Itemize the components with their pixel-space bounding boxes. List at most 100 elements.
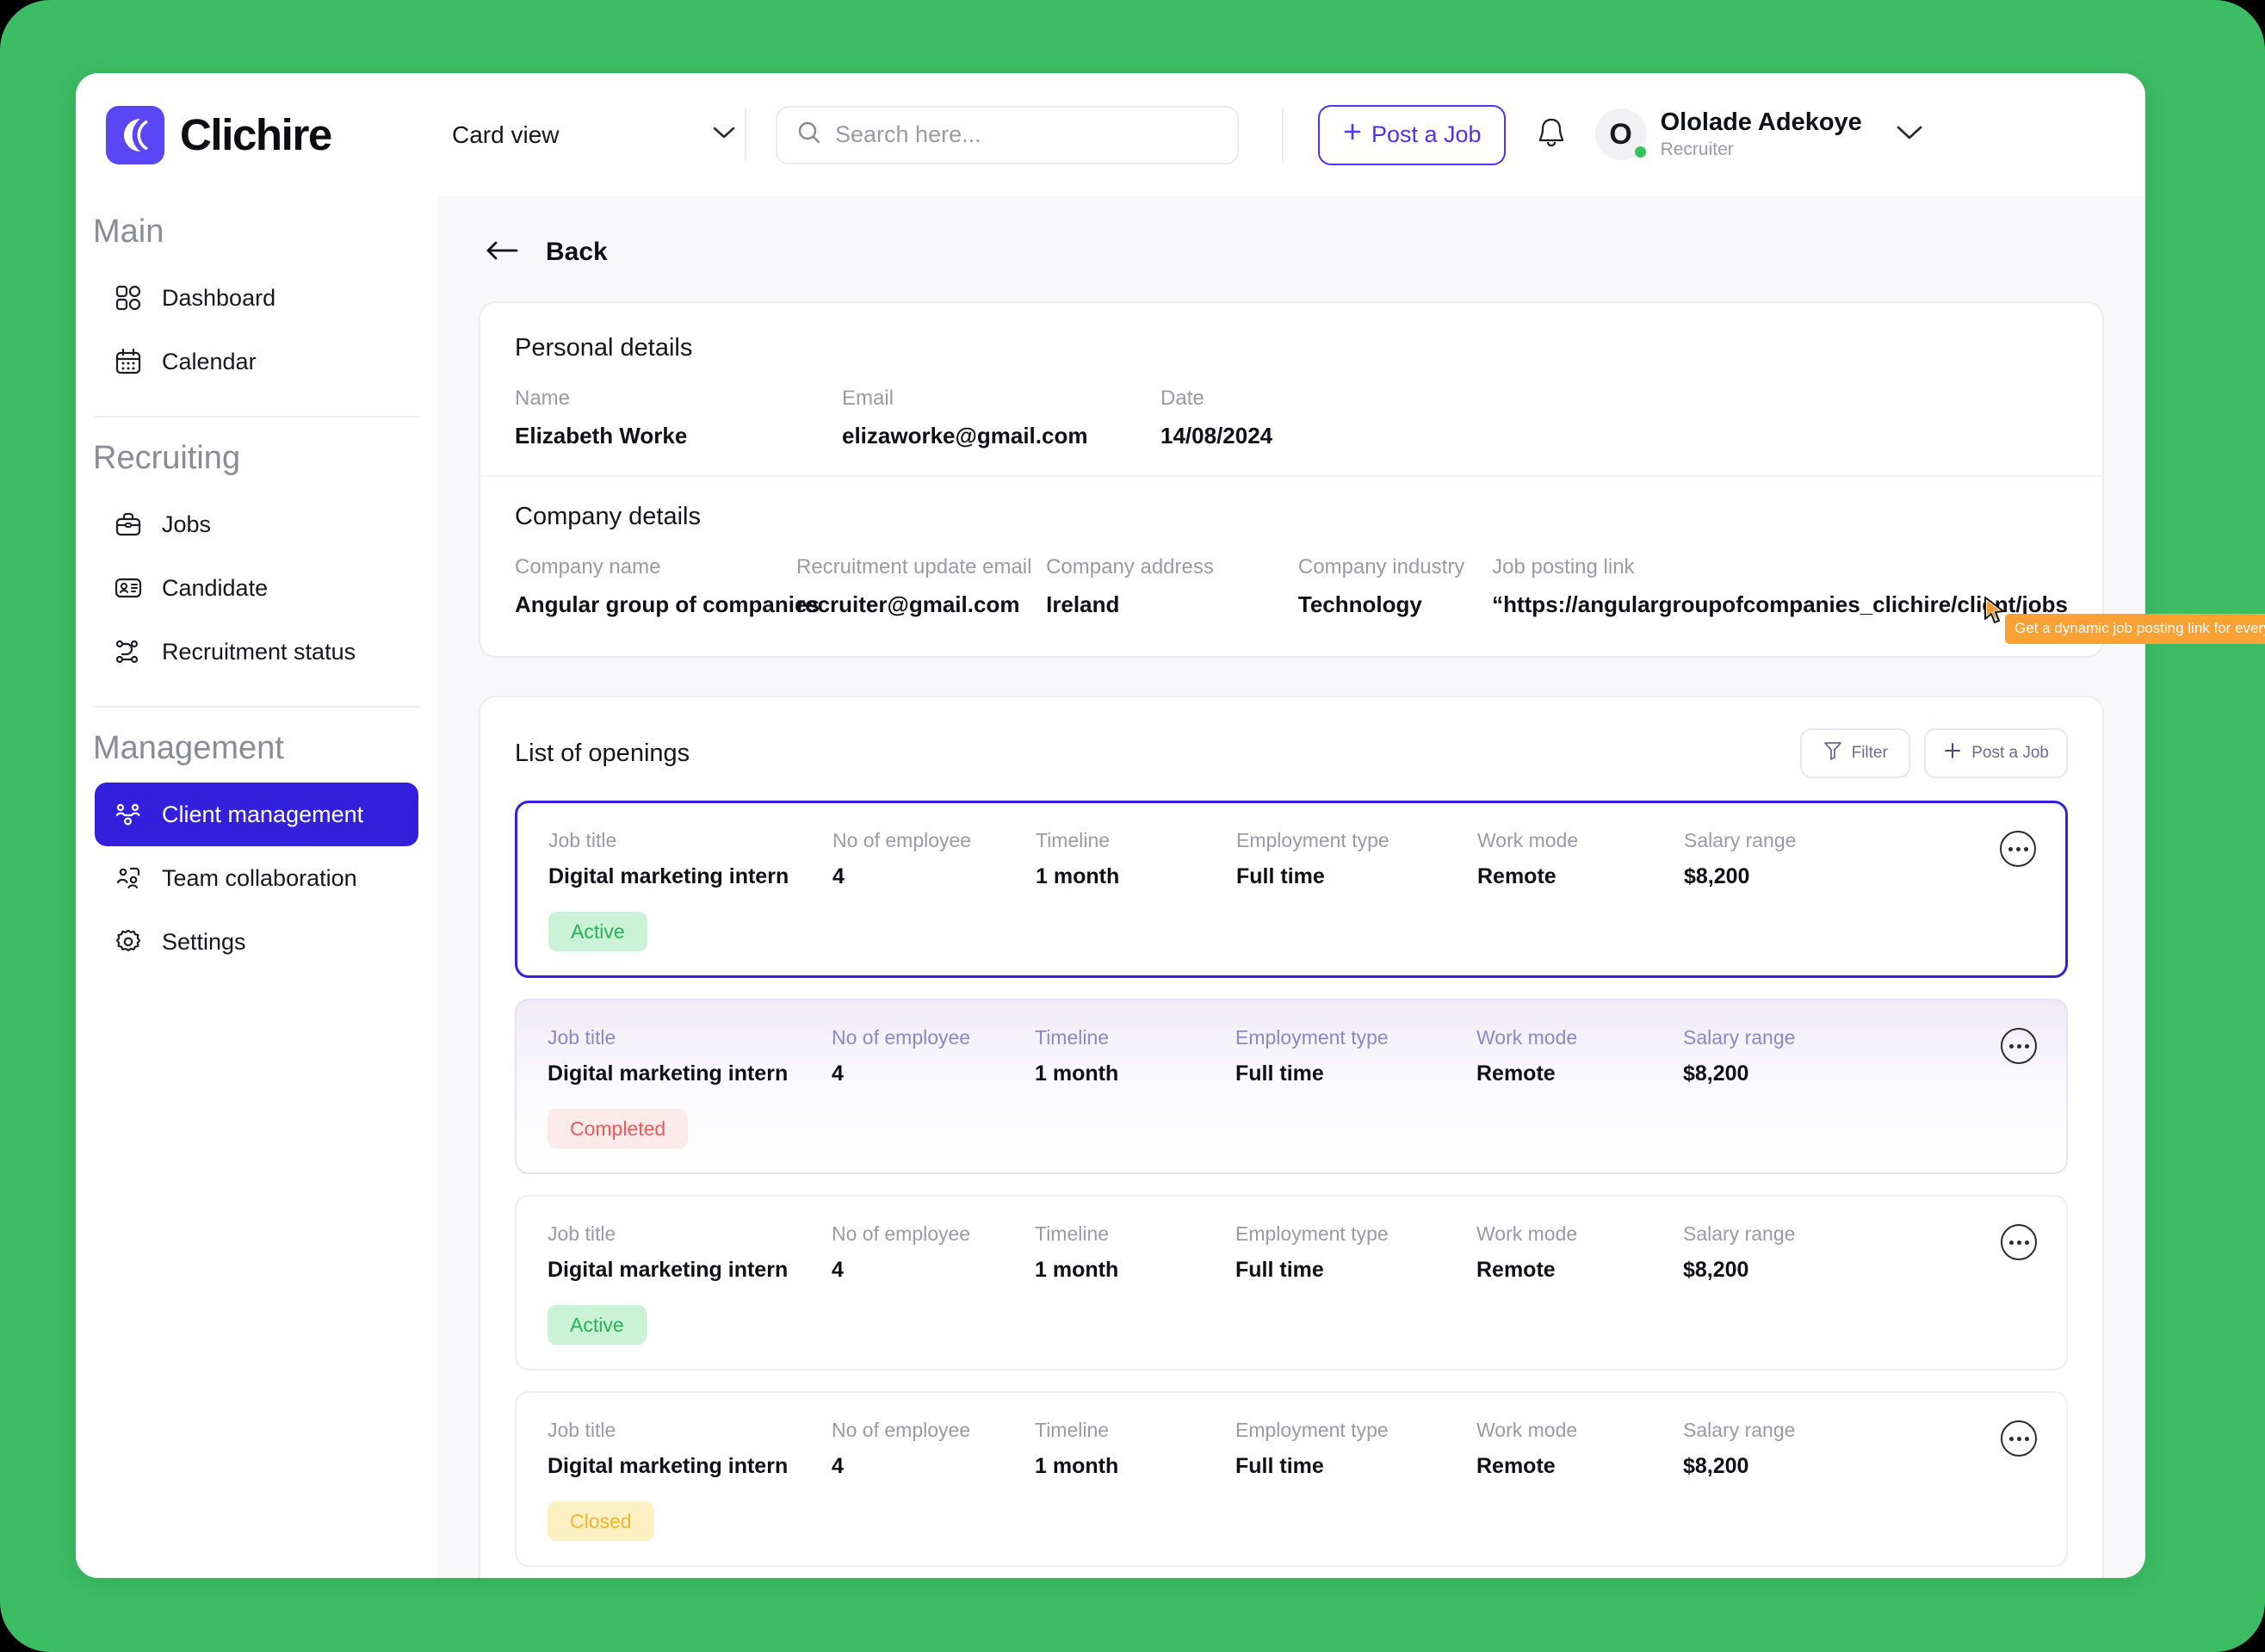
table-row[interactable]: Job title Digital marketing intern No of…	[515, 1195, 2068, 1370]
filter-button[interactable]: Filter	[1800, 728, 1911, 778]
brand-logo[interactable]: Clichire	[76, 105, 429, 164]
sidebar-item-label: Client management	[162, 801, 364, 827]
field-value: “https://angulargroupofcompanies_clichir…	[1492, 591, 2068, 617]
field-name: Name Elizabeth Worke	[515, 387, 842, 449]
personal-details-section: Personal details Name Elizabeth Worke Em…	[480, 303, 2102, 475]
sidebar-item-recruitment-status[interactable]: Recruitment status	[95, 620, 418, 684]
plus-icon	[1342, 121, 1363, 148]
post-a-job-button[interactable]: Post a Job	[1318, 104, 1506, 165]
field-company-industry: Company industry Technology	[1298, 555, 1492, 618]
cell-value: Remote	[1476, 1061, 1556, 1086]
field-company-name: Company name Angular group of companies	[515, 555, 820, 618]
user-menu[interactable]: O Ololade Adekoye Recruiter	[1594, 108, 1950, 161]
sidebar-item-settings[interactable]: Settings	[95, 910, 418, 974]
calendar-icon	[114, 347, 143, 376]
field-value: Ireland	[1046, 591, 1120, 617]
chevron-down-icon[interactable]	[1895, 124, 1924, 145]
field-job-posting-link[interactable]: Job posting link “https://angulargroupof…	[1492, 555, 2068, 618]
view-selector[interactable]: Card view	[452, 121, 736, 149]
filter-label: Filter	[1851, 744, 1888, 762]
column-header: No of employee	[832, 1222, 971, 1245]
sidebar-item-label: Recruitment status	[162, 638, 356, 665]
field-email: Email elizaworke@gmail.com	[842, 387, 1160, 449]
details-card: Personal details Name Elizabeth Worke Em…	[479, 301, 2104, 658]
cell-job-title: Job title Digital marketing intern	[548, 1222, 832, 1283]
field-value: Angular group of companies	[515, 591, 820, 617]
kebab-menu-icon[interactable]	[2000, 831, 2036, 867]
mouse-cursor-icon	[1983, 596, 2008, 631]
job-row-columns: Job title Digital marketing intern No of…	[548, 829, 2034, 889]
post-a-job-label: Post a Job	[1371, 121, 1482, 147]
search-input[interactable]	[835, 121, 1218, 148]
cell-no-of-employee: No of employee 4	[832, 1419, 1035, 1479]
cell-value: 4	[832, 1454, 844, 1478]
cell-employment-type: Employment type Full time	[1235, 1222, 1476, 1283]
openings-post-a-job-label: Post a Job	[1971, 744, 2049, 762]
column-header: Salary range	[1683, 1419, 1796, 1441]
openings-title: List of openings	[515, 739, 690, 767]
sidebar-item-jobs[interactable]: Jobs	[95, 492, 418, 556]
field-value: Elizabeth Worke	[515, 423, 688, 449]
search-box[interactable]	[776, 105, 1239, 164]
kebab-menu-icon[interactable]	[2001, 1028, 2037, 1064]
back-button[interactable]: Back	[437, 196, 2145, 301]
cell-work-mode: Work mode Remote	[1477, 829, 1684, 889]
personal-details-title: Personal details	[515, 334, 693, 362]
online-status-dot	[1632, 145, 1648, 160]
sidebar-divider	[95, 416, 420, 418]
status-badge: Active	[548, 1305, 647, 1345]
sidebar-item-candidate[interactable]: Candidate	[95, 556, 418, 620]
brand-name: Clichire	[180, 110, 332, 159]
openings-header: List of openings Filter Post a Job	[515, 728, 2068, 778]
table-row[interactable]: Job title Digital marketing intern No of…	[515, 1391, 2068, 1567]
cell-no-of-employee: No of employee 4	[832, 829, 1036, 889]
app-window: Clichire Card view Post	[76, 73, 2145, 1578]
sidebar-item-calendar[interactable]: Calendar	[95, 330, 418, 393]
field-label: Company name	[515, 555, 661, 579]
kebab-menu-icon[interactable]	[2001, 1224, 2037, 1260]
cell-value: 1 month	[1036, 864, 1120, 888]
divider	[1282, 108, 1284, 162]
cell-value: 4	[832, 1061, 844, 1086]
sidebar-item-dashboard[interactable]: Dashboard	[95, 266, 418, 330]
job-row-columns: Job title Digital marketing intern No of…	[548, 1222, 2035, 1283]
field-label: Company industry	[1297, 555, 1465, 579]
cell-value: Full time	[1235, 1454, 1324, 1478]
divider	[745, 108, 746, 162]
sidebar-group-title-recruiting: Recruiting	[93, 440, 241, 476]
search-icon	[796, 120, 822, 150]
table-row[interactable]: Job title Digital marketing intern No of…	[515, 999, 2068, 1174]
openings-actions: Filter Post a Job	[1800, 728, 2068, 778]
cell-no-of-employee: No of employee 4	[832, 1026, 1035, 1086]
cell-value: Digital marketing intern	[548, 1258, 789, 1282]
sidebar-item-client-management[interactable]: Client management	[95, 783, 418, 846]
column-header: Timeline	[1035, 1419, 1110, 1441]
cell-salary-range: Salary range $8,200	[1683, 1026, 1795, 1086]
status-badge: Completed	[548, 1109, 689, 1148]
field-value: 14/08/2024	[1160, 423, 1273, 449]
cell-value: Remote	[1476, 1258, 1556, 1282]
cell-value: Digital marketing intern	[548, 1061, 789, 1086]
cell-value: 1 month	[1035, 1454, 1119, 1478]
column-header: No of employee	[832, 1026, 971, 1049]
field-label: Company address	[1046, 555, 1214, 579]
column-header: Employment type	[1235, 1419, 1389, 1441]
column-header: Timeline	[1036, 829, 1111, 851]
sidebar-item-label: Jobs	[162, 510, 212, 537]
sidebar-item-team-collaboration[interactable]: Team collaboration	[95, 846, 418, 910]
bell-icon[interactable]	[1535, 115, 1568, 154]
workflow-nodes-icon	[114, 637, 143, 666]
kebab-menu-icon[interactable]	[2001, 1420, 2037, 1457]
cell-salary-range: Salary range $8,200	[1683, 1419, 1795, 1479]
openings-post-a-job-button[interactable]: Post a Job	[1924, 728, 2068, 778]
briefcase-icon	[114, 510, 143, 539]
field-label: Name	[515, 387, 571, 410]
filter-icon	[1823, 740, 1842, 766]
field-recruitment-update-email: Recruitment update email recruiter@gmail…	[796, 555, 1046, 618]
id-card-icon	[114, 573, 143, 603]
cell-value: Remote	[1476, 1454, 1556, 1478]
table-row[interactable]: Job title Digital marketing intern No of…	[515, 801, 2068, 978]
cell-work-mode: Work mode Remote	[1476, 1026, 1683, 1086]
cell-value: $8,200	[1683, 1258, 1749, 1282]
field-label: Email	[842, 387, 894, 410]
